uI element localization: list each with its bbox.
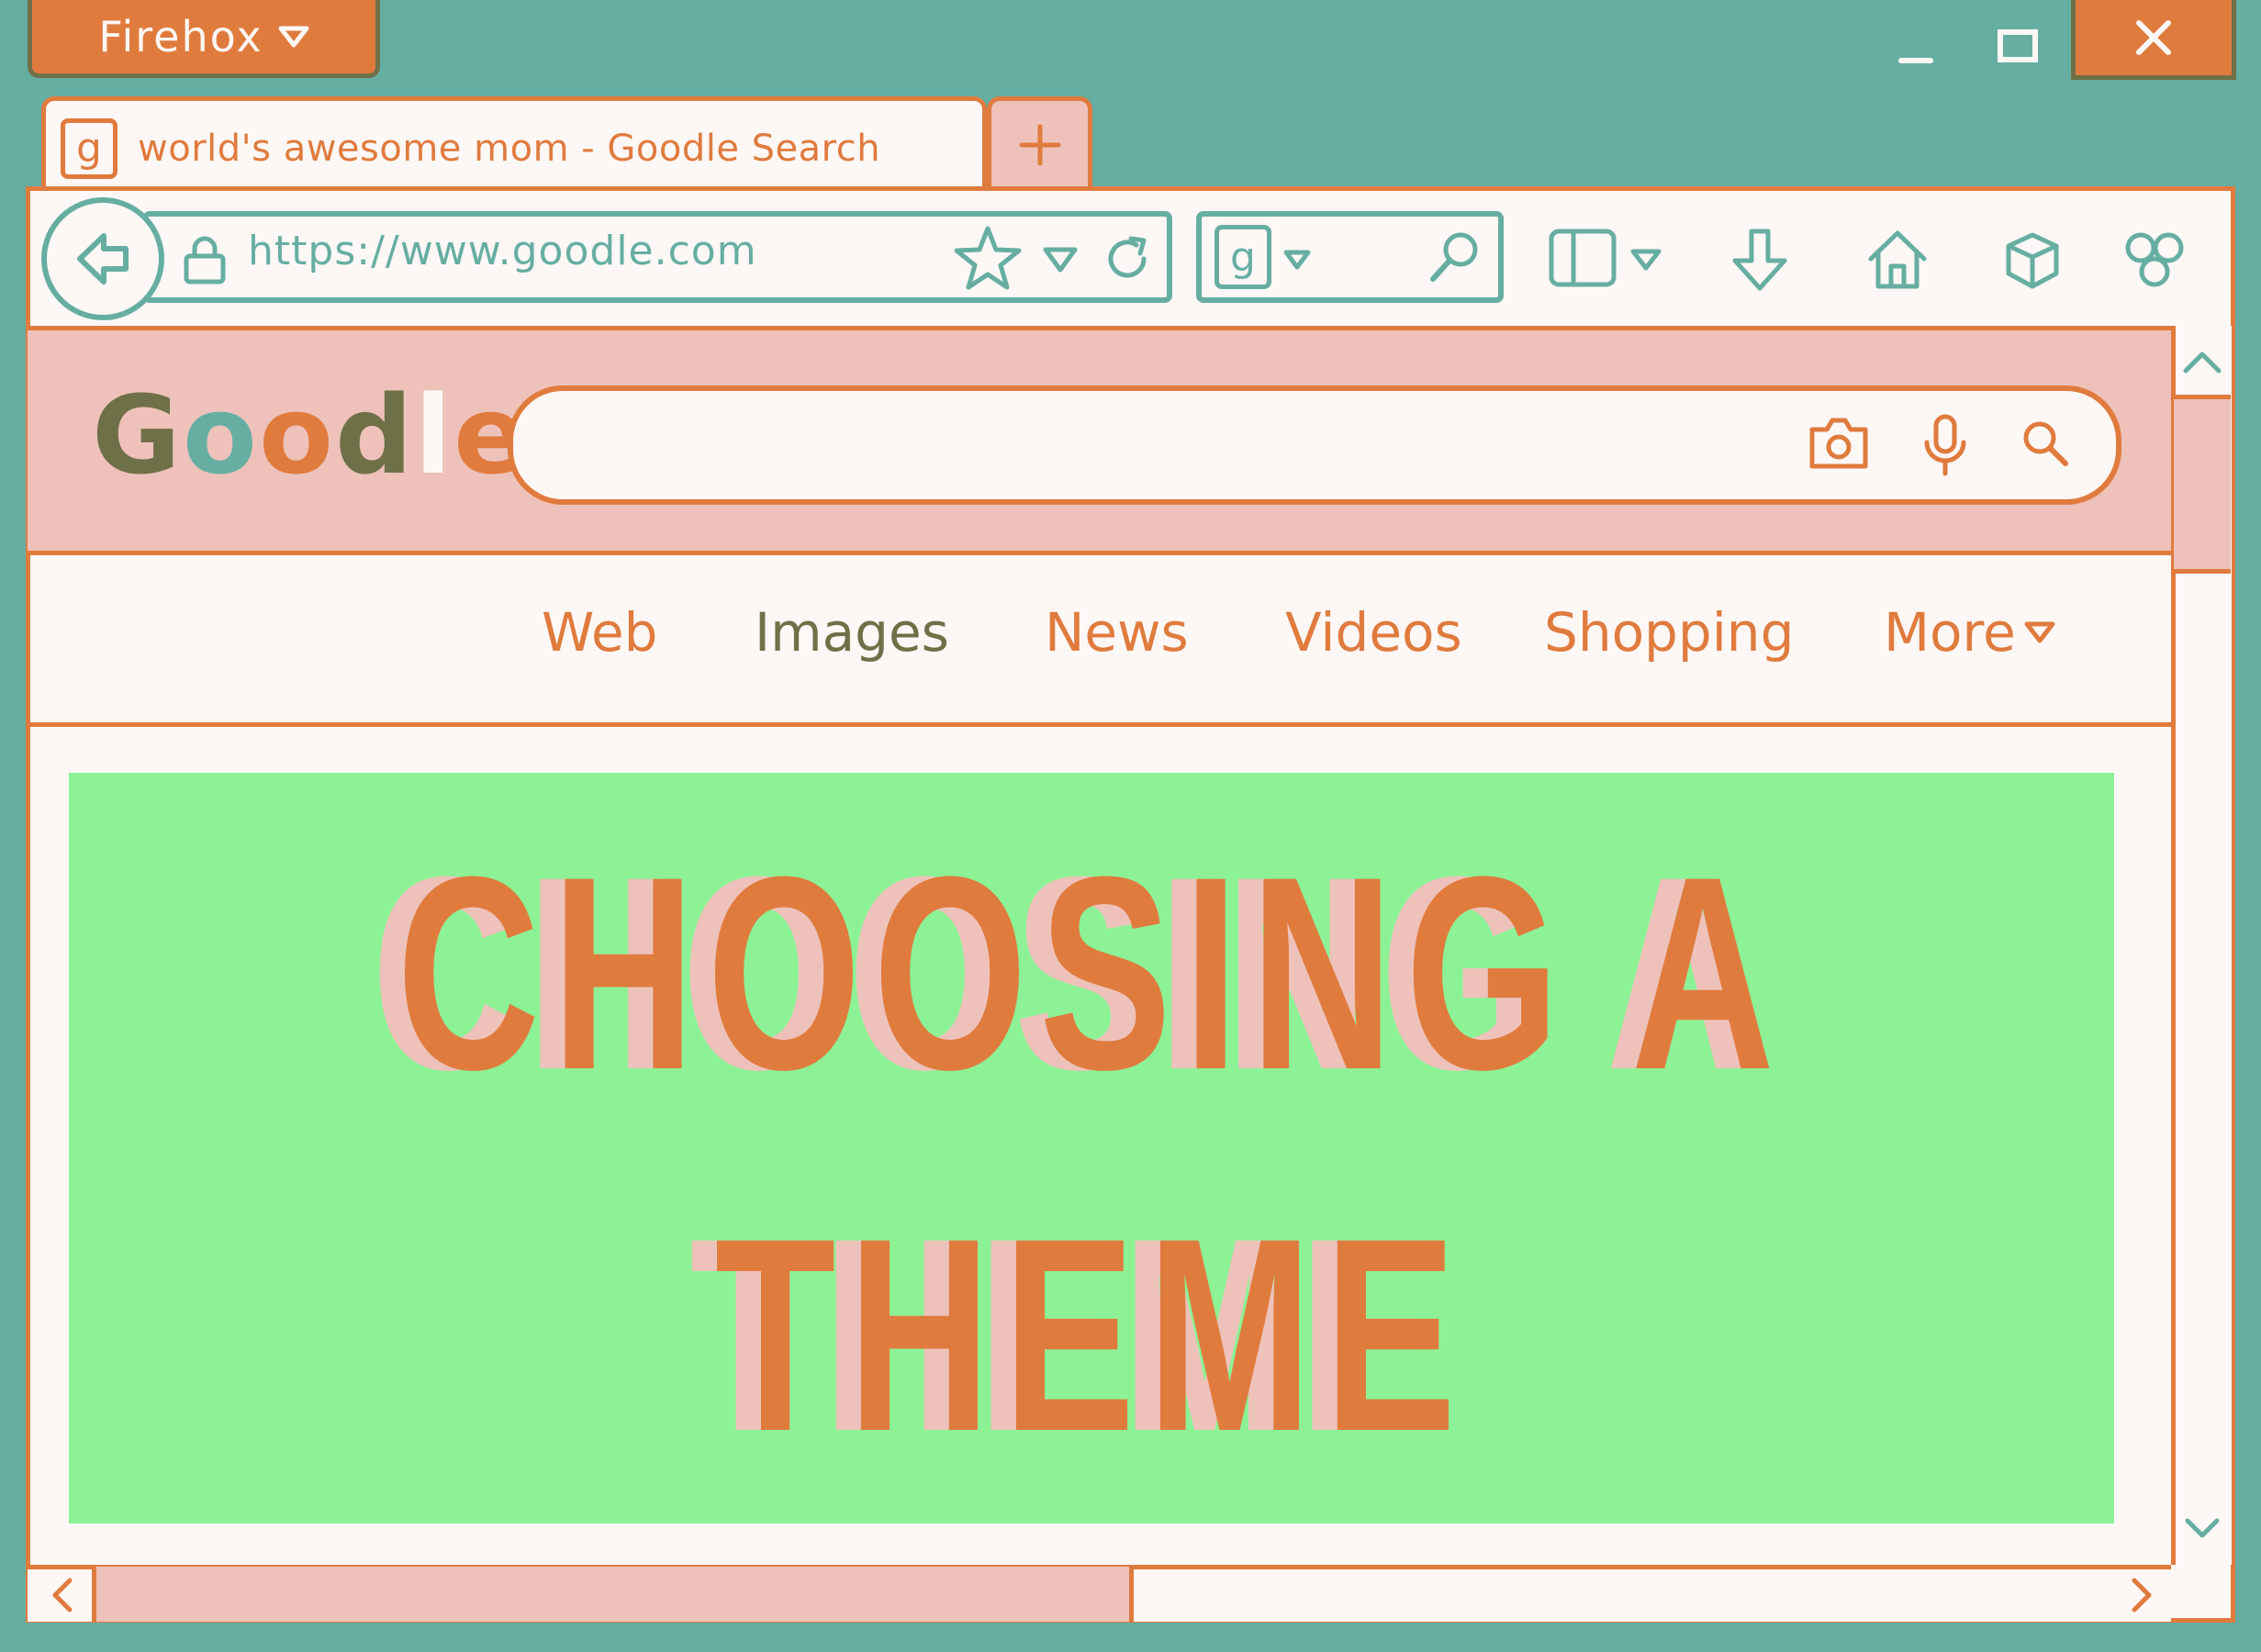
caret-down-icon	[2023, 620, 2056, 644]
search-icon[interactable]	[2020, 418, 2071, 469]
search-engine-icon[interactable]: g	[1214, 225, 1271, 289]
logo-letter: d	[335, 372, 415, 498]
scroll-left-icon[interactable]	[37, 1571, 87, 1619]
logo-letter: G	[92, 372, 183, 498]
star-icon[interactable]	[953, 225, 1023, 291]
tab-videos[interactable]: Videos	[1285, 601, 1462, 664]
close-icon	[2133, 17, 2174, 58]
headline-line-1: CHOOSING A	[397, 819, 1786, 1127]
back-arrow-icon	[71, 227, 135, 291]
search-input[interactable]	[508, 385, 2121, 505]
microphone-icon[interactable]	[1921, 413, 1969, 477]
reload-icon[interactable]	[1100, 231, 1155, 286]
tab-title: world's awesome mom - Goodle Search	[138, 127, 881, 170]
caret-down-icon	[278, 25, 309, 49]
minimize-icon[interactable]	[1884, 18, 1948, 73]
download-icon[interactable]	[1729, 228, 1790, 294]
plus-icon	[1017, 122, 1063, 168]
camera-icon[interactable]	[1807, 415, 1871, 472]
scroll-up-icon[interactable]	[2176, 340, 2229, 385]
search-icon[interactable]	[1427, 229, 1483, 285]
headline-line-2: THEME	[714, 1180, 1469, 1489]
tab-active[interactable]: g world's awesome mom - Goodle Search	[41, 96, 987, 195]
sidebar-icon[interactable]	[1548, 228, 1617, 288]
caret-down-icon[interactable]	[1042, 246, 1079, 273]
content-banner: CHOOSING A THEME	[69, 773, 2114, 1524]
tab-favicon: g	[61, 117, 118, 179]
caret-down-icon[interactable]	[1283, 250, 1311, 270]
logo-letter: o	[258, 372, 336, 498]
home-icon[interactable]	[1865, 228, 1930, 292]
tab-images[interactable]: Images	[755, 601, 949, 664]
logo-letter: l	[414, 372, 453, 498]
scroll-right-icon[interactable]	[2116, 1571, 2166, 1619]
maximize-icon[interactable]	[1986, 18, 2050, 73]
caret-down-icon[interactable]	[1629, 248, 1662, 272]
tab-web[interactable]: Web	[542, 601, 657, 664]
new-tab-button[interactable]	[987, 96, 1092, 188]
cube-icon[interactable]	[2005, 231, 2060, 290]
app-menu-label: Firehox	[98, 12, 263, 61]
vertical-scroll-thumb[interactable]	[2174, 395, 2231, 574]
app-menu-button[interactable]: Firehox	[28, 0, 380, 78]
horizontal-scroll-thumb[interactable]	[92, 1567, 1134, 1622]
tab-shopping[interactable]: Shopping	[1544, 601, 1794, 664]
logo-letter: o	[182, 372, 259, 498]
nav-divider	[28, 722, 2171, 727]
goodle-logo: Goodle	[92, 372, 529, 498]
lock-icon	[182, 234, 228, 285]
tab-more-label: More	[1884, 601, 2016, 664]
scroll-down-icon[interactable]	[2176, 1505, 2229, 1551]
extensions-icon[interactable]	[2122, 228, 2187, 292]
close-button[interactable]	[2071, 0, 2236, 80]
tab-news[interactable]: News	[1045, 601, 1189, 664]
tab-more[interactable]: More	[1884, 601, 2056, 664]
url-text[interactable]: https://www.goodle.com	[248, 228, 757, 274]
back-button[interactable]	[41, 197, 164, 320]
